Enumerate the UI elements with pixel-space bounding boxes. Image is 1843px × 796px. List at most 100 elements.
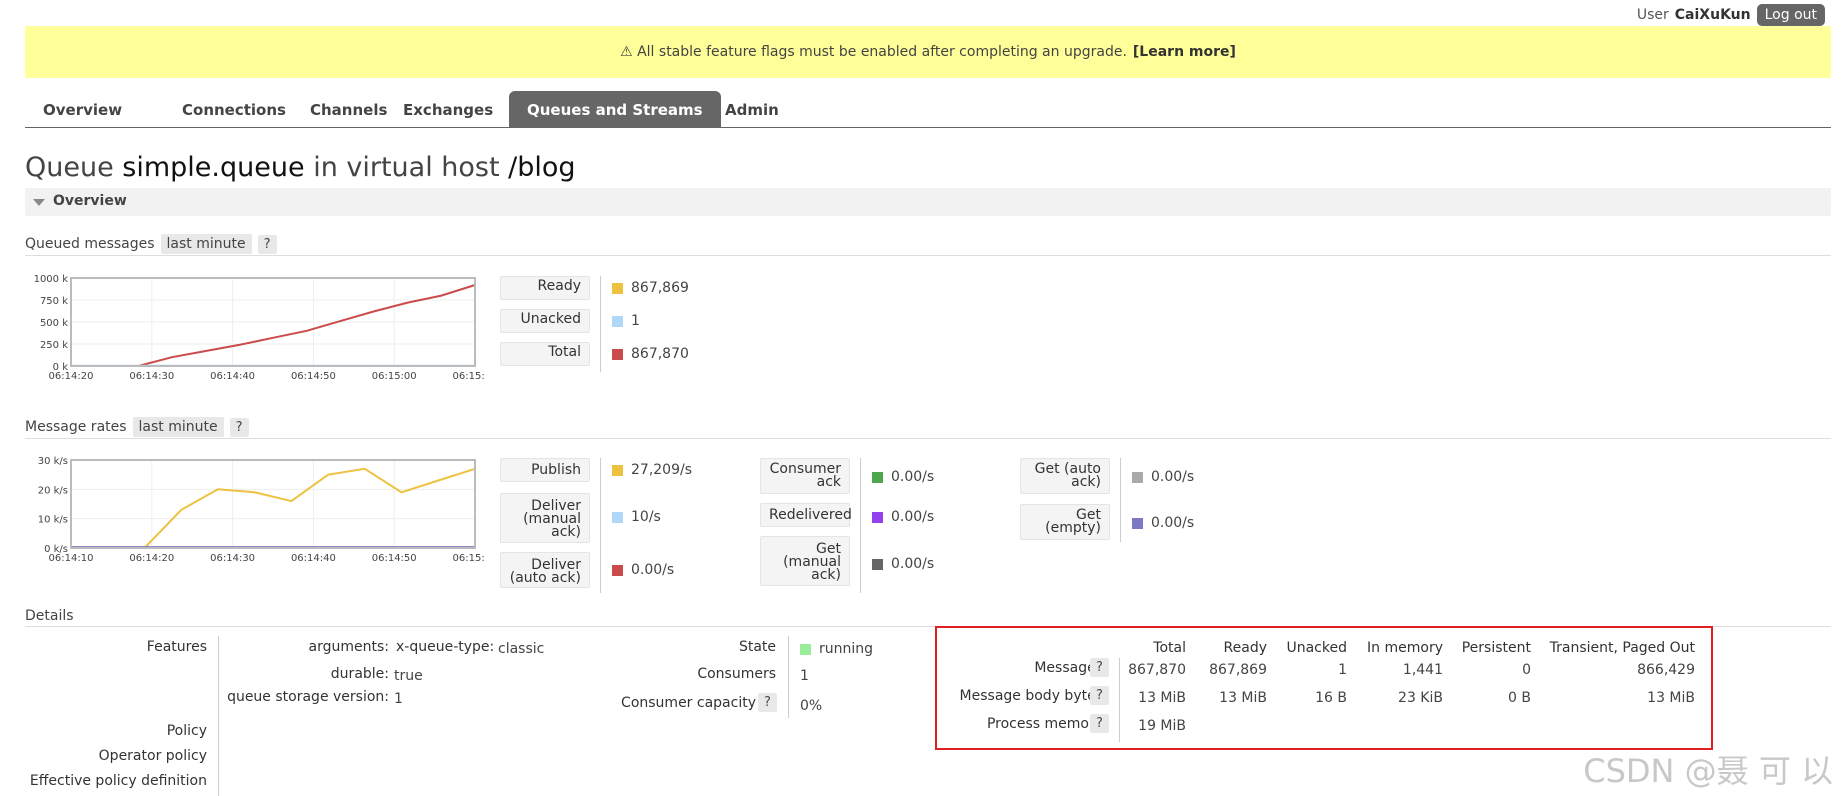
x-tick-label: 06:14:20 [49, 371, 94, 382]
feature-flags-banner: ⚠ All stable feature flags must be enabl… [25, 26, 1831, 78]
col-total: Total [1153, 640, 1186, 656]
main-nav: Overview Connections Channels Exchanges … [25, 91, 1831, 128]
help-button[interactable]: ? [1090, 686, 1109, 705]
cell: 13 MiB [1219, 690, 1267, 706]
help-button[interactable]: ? [758, 693, 777, 712]
legend-value-publish: 27,209/s [612, 462, 692, 478]
logout-button[interactable]: Log out [1756, 4, 1825, 26]
consumer-capacity-label: Consumer capacity [621, 695, 756, 711]
legend-key-get-empty: Get (empty) [1020, 504, 1110, 540]
y-tick-label: 250 k [40, 340, 68, 351]
running-indicator [800, 643, 811, 655]
legend-value-deliver-manual: 10/s [612, 509, 661, 525]
cell: 1 [1338, 662, 1347, 678]
x-tick-label: 06:14:50 [372, 553, 417, 564]
queue-name: simple.queue [122, 152, 305, 183]
legend-value-total: 867,870 [612, 346, 689, 362]
tab-queues-and-streams[interactable]: Queues and Streams [509, 91, 721, 127]
durable-value: true [394, 668, 423, 684]
queued-messages-label: Queued messages [25, 236, 155, 252]
range-selector[interactable]: last minute [160, 234, 252, 254]
legend-separator [1120, 458, 1121, 542]
help-button[interactable]: ? [257, 234, 277, 254]
section-label: Overview [53, 193, 127, 209]
swatch [612, 564, 623, 576]
legend-key-total: Total [500, 342, 590, 366]
cell: 867,870 [1128, 662, 1186, 678]
legend-key-redelivered: Redelivered [760, 503, 852, 527]
storage-version-label: queue storage version: [227, 689, 389, 705]
user-bar: User CaiXuKun Log out [1637, 4, 1825, 26]
help-button[interactable]: ? [1090, 714, 1109, 733]
tab-admin[interactable]: Admin [707, 91, 797, 127]
user-label: User [1636, 7, 1669, 23]
value-text: 0.00/s [891, 556, 935, 572]
legend-key-consumer-ack: Consumer ack [760, 458, 850, 494]
message-rates-chart: 30 k/s20 k/s10 k/s0 k/s06:14:10 06:14:20 0… [38, 456, 485, 564]
col-persistent: Persistent [1461, 640, 1531, 656]
message-rates-label: Message rates [25, 419, 127, 435]
details-label: Details [25, 608, 74, 624]
help-button[interactable]: ? [229, 417, 249, 437]
message-rates-header: Message rates last minute ? [25, 417, 249, 437]
x-tick-label: 06:15:00 [453, 553, 485, 564]
consumer-capacity-value: 0% [800, 698, 823, 714]
arguments-label: arguments: [308, 639, 389, 655]
divider [25, 438, 1831, 439]
legend-separator [600, 458, 601, 593]
help-button[interactable]: ? [1090, 658, 1109, 677]
cell: 0 B [1508, 690, 1531, 706]
value-text: 867,869 [631, 280, 689, 296]
value-text: 867,870 [631, 346, 689, 362]
effective-policy-label: Effective policy definition [29, 773, 207, 789]
swatch [1132, 471, 1143, 483]
legend-value-ready: 867,869 [612, 280, 689, 296]
state-text: running [819, 641, 874, 657]
x-tick-label: 06:14:20 [129, 553, 174, 564]
swatch [612, 348, 623, 360]
consumers-label: Consumers [697, 666, 776, 682]
tab-connections[interactable]: Connections [164, 91, 304, 127]
col-transient-paged-out: Transient, Paged Out [1549, 640, 1695, 656]
value-text: 1 [631, 313, 640, 329]
user-name: CaiXuKun [1674, 7, 1751, 23]
watermark: CSDN @聂 可 以 [1583, 752, 1833, 790]
overview-section-toggle[interactable]: Overview [25, 188, 1831, 216]
x-tick-label: 06:14:50 [291, 371, 336, 382]
plot-frame [70, 459, 476, 549]
x-tick-label: 06:14:10 [49, 553, 94, 564]
value-text: 0.00/s [1151, 469, 1195, 485]
learn-more-link[interactable]: [Learn more] [1133, 44, 1236, 60]
tab-exchanges[interactable]: Exchanges [385, 91, 511, 127]
legend-value-get-auto: 0.00/s [1132, 469, 1194, 485]
legend-key-unacked: Unacked [500, 309, 590, 333]
tab-overview[interactable]: Overview [25, 91, 140, 127]
legend-value-deliver-auto: 0.00/s [612, 562, 674, 578]
value-text: 0.00/s [1151, 515, 1195, 531]
y-tick-label: 20 k/s [38, 485, 68, 496]
title-prefix: Queue [25, 152, 114, 183]
legend-key-ready: Ready [500, 276, 590, 300]
swatch [612, 464, 623, 476]
cell: 23 KiB [1398, 690, 1443, 706]
divider [25, 255, 1831, 256]
queue-stats-table: Total Ready Unacked In memory Persistent… [935, 626, 1713, 750]
arg-value: classic [498, 641, 545, 657]
x-tick-label: 06:14:30 [210, 553, 255, 564]
range-selector[interactable]: last minute [132, 417, 224, 437]
y-tick-label: 30 k/s [38, 456, 68, 467]
legend-value-redelivered: 0.00/s [872, 509, 934, 525]
legend-key-deliver-auto: Deliver (auto ack) [500, 552, 590, 588]
page-title: Queue simple.queue in virtual host /blog [25, 152, 576, 183]
operator-policy-label: Operator policy [98, 748, 207, 764]
legend-value-consumer-ack: 0.00/s [872, 469, 934, 485]
col-in-memory: In memory [1367, 640, 1443, 656]
consumers-value: 1 [800, 668, 809, 684]
cell: 19 MiB [1138, 718, 1186, 734]
details-header: Details [25, 608, 74, 624]
details-separator [788, 636, 789, 718]
value-text: 27,209/s [631, 462, 692, 478]
legend-value-get-empty: 0.00/s [1132, 515, 1194, 531]
swatch [872, 558, 883, 570]
features-label: Features [146, 639, 207, 655]
